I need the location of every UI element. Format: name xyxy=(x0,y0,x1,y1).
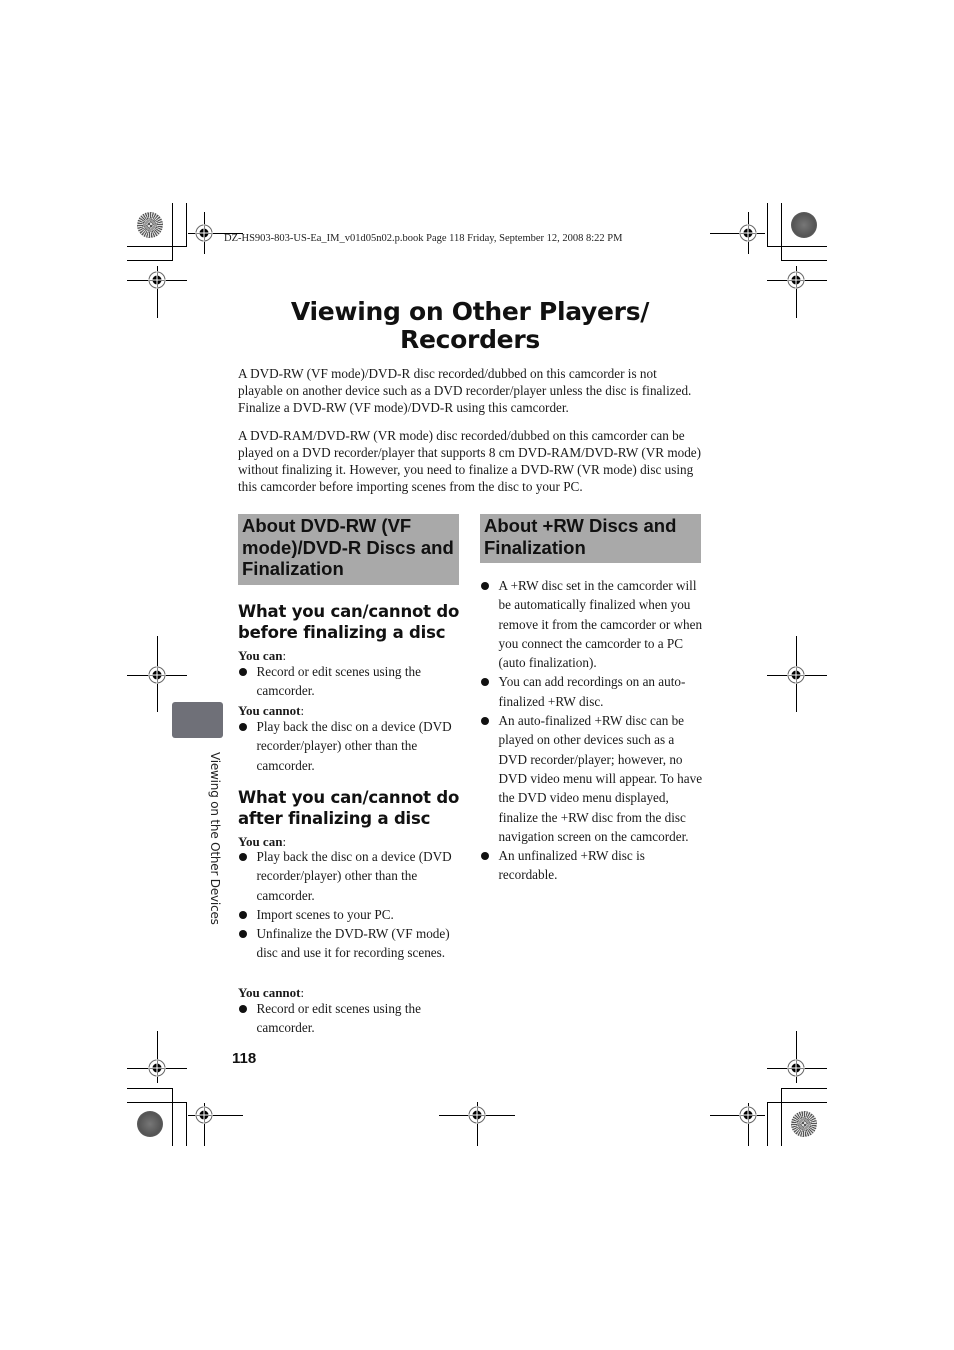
registration-target-icon xyxy=(148,1059,166,1077)
registration-target-icon xyxy=(195,1106,213,1124)
list-item: Import scenes to your PC. xyxy=(238,905,463,924)
registration-target-icon xyxy=(195,224,213,242)
before-can-list: Record or edit scenes using the camcorde… xyxy=(238,662,463,701)
registration-target-icon xyxy=(468,1106,486,1124)
registration-target-icon xyxy=(787,666,805,684)
list-item: You can add recordings on an auto-finali… xyxy=(480,672,705,711)
registration-target-icon xyxy=(739,224,757,242)
after-can-list: Play back the disc on a device (DVD reco… xyxy=(238,847,463,963)
gray-disc-icon xyxy=(137,1111,163,1137)
before-cannot-list: Play back the disc on a device (DVD reco… xyxy=(238,717,463,775)
section-heading-plus-rw: About +RW Discs and Finalization xyxy=(480,514,701,563)
chapter-tab xyxy=(172,702,223,738)
list-item: An auto-finalized +RW disc can be played… xyxy=(480,711,705,846)
after-cannot-list: Record or edit scenes using the camcorde… xyxy=(238,999,463,1038)
page-title-line-2: Recorders xyxy=(400,325,540,354)
page-number: 118 xyxy=(232,1050,257,1067)
registration-target-icon xyxy=(148,666,166,684)
intro-paragraph-1: A DVD-RW (VF mode)/DVD-R disc recorded/d… xyxy=(238,366,692,415)
list-item: A +RW disc set in the camcorder will be … xyxy=(480,576,705,672)
subheading-before-finalizing: What you can/cannot do before finalizing… xyxy=(238,602,460,642)
print-slug: DZ-HS903-803-US-Ea_IM_v01d05n02.p.book P… xyxy=(224,233,623,244)
registration-target-icon xyxy=(739,1106,757,1124)
plus-rw-list: A +RW disc set in the camcorder will be … xyxy=(480,576,705,885)
radial-target-icon xyxy=(137,212,163,238)
gray-disc-icon xyxy=(791,212,817,238)
list-item: Play back the disc on a device (DVD reco… xyxy=(238,717,463,775)
page-title: Viewing on Other Players/ Recorders xyxy=(238,298,702,354)
registration-target-icon xyxy=(148,271,166,289)
registration-target-icon xyxy=(787,1059,805,1077)
list-item: Unfinalize the DVD-RW (VF mode) disc and… xyxy=(238,924,463,963)
list-item: An unfinalized +RW disc is recordable. xyxy=(480,846,705,885)
chapter-tab-label: Viewing on the Other Devices xyxy=(208,752,222,925)
registration-target-icon xyxy=(787,271,805,289)
list-item: Record or edit scenes using the camcorde… xyxy=(238,662,463,701)
subheading-after-finalizing: What you can/cannot do after finalizing … xyxy=(238,788,460,828)
page-title-line-1: Viewing on Other Players/ xyxy=(290,297,650,326)
intro-paragraph-2: A DVD-RAM/DVD-RW (VR mode) disc recorded… xyxy=(238,428,702,494)
radial-target-icon xyxy=(791,1111,817,1137)
list-item: Play back the disc on a device (DVD reco… xyxy=(238,847,463,905)
section-heading-dvd-rw: About DVD-RW (VF mode)/DVD-R Discs and F… xyxy=(238,514,459,585)
list-item: Record or edit scenes using the camcorde… xyxy=(238,999,463,1038)
